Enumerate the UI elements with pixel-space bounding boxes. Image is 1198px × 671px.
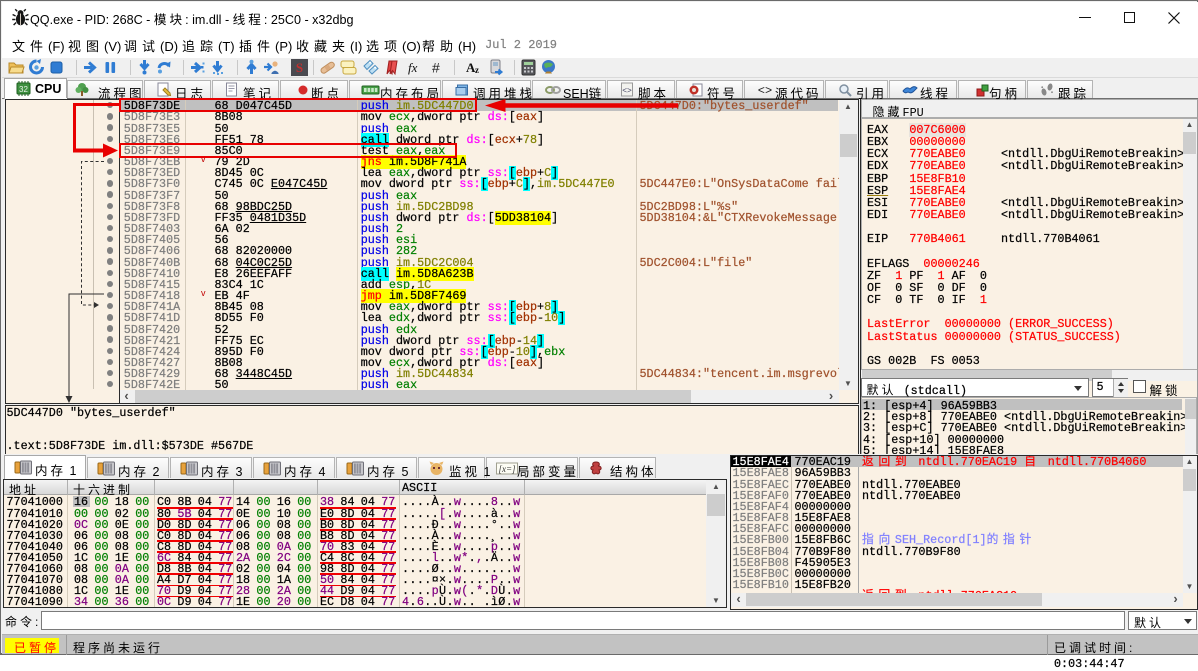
svg-text:#: # (432, 60, 440, 76)
svg-text:z: z (475, 65, 479, 75)
svg-text:<>: <> (622, 87, 632, 96)
svg-text:32: 32 (19, 85, 28, 94)
svg-text:fx: fx (408, 60, 418, 75)
svg-text:S: S (296, 60, 303, 75)
svg-text:<>: <> (758, 84, 772, 98)
svg-text:[x=]: [x=] (498, 464, 516, 474)
